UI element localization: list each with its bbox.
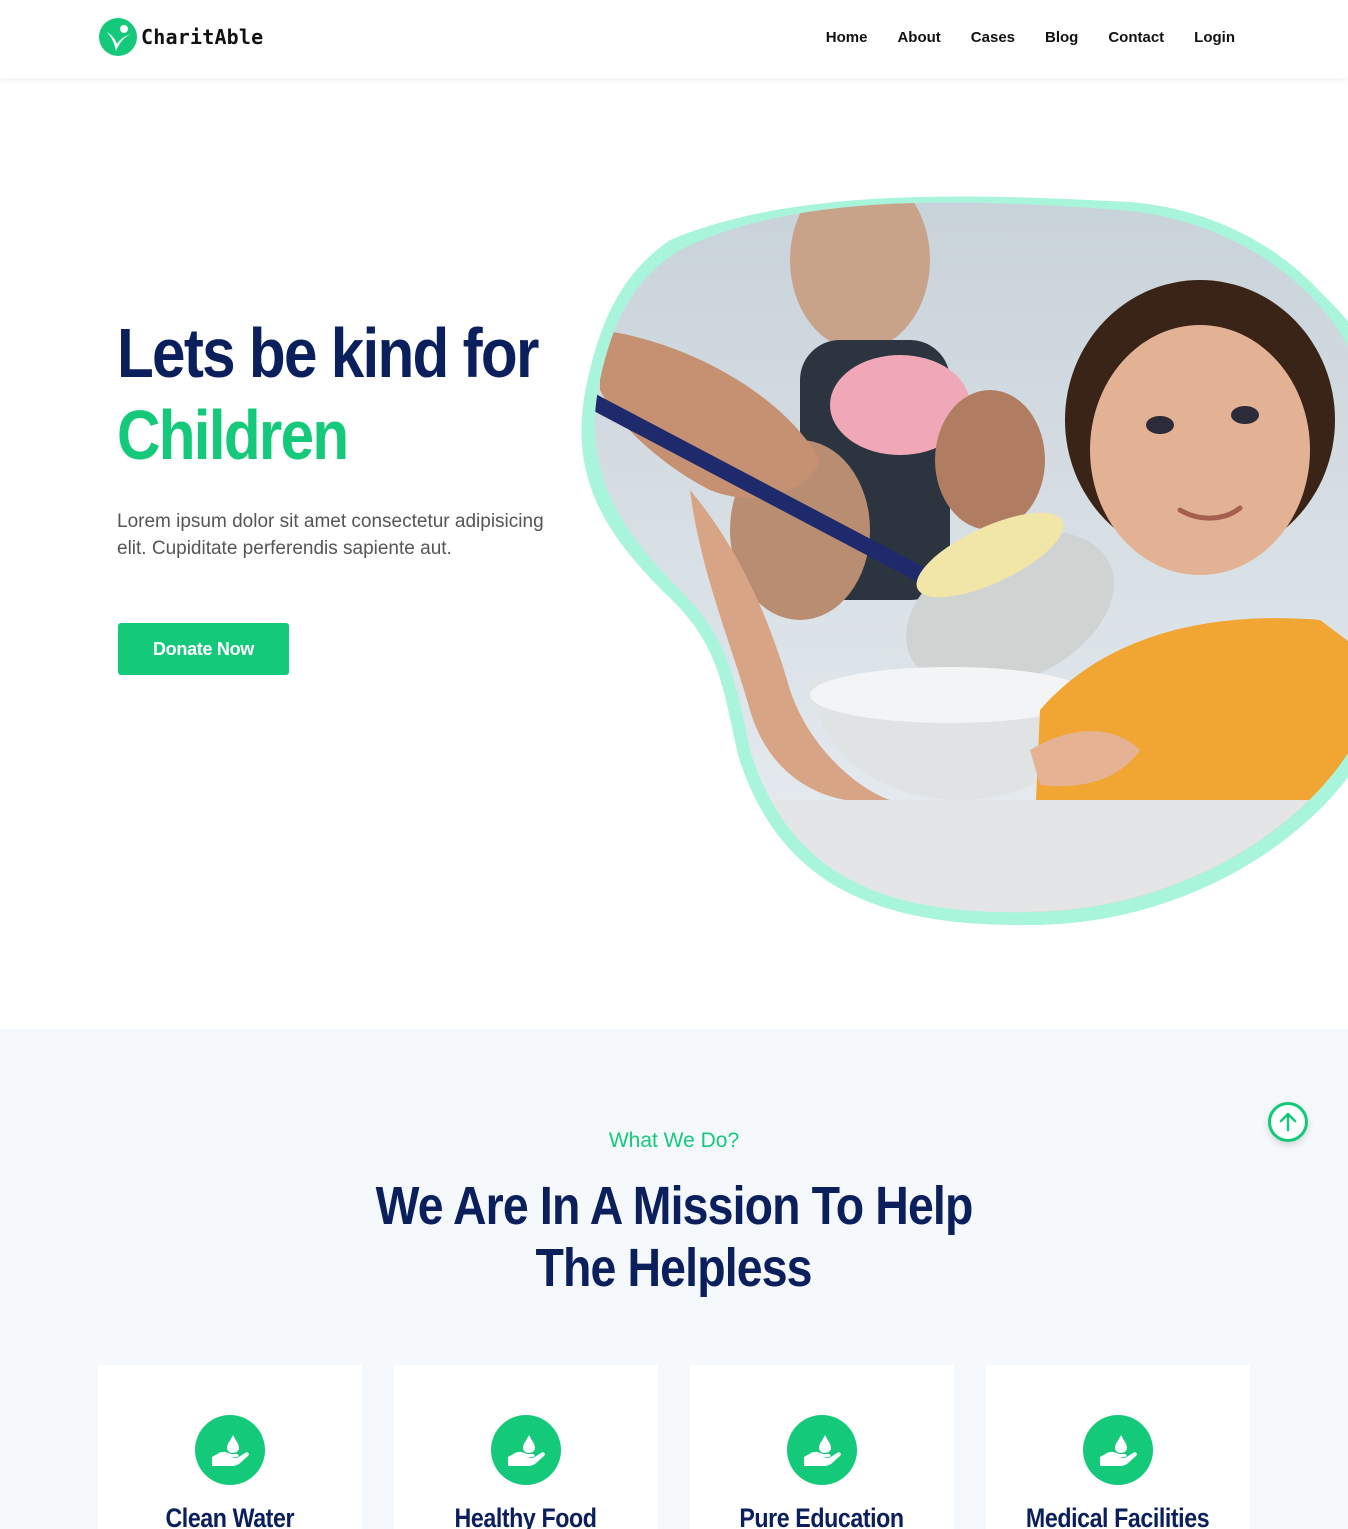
nav-contact[interactable]: Contact bbox=[1108, 29, 1164, 46]
hero-image bbox=[581, 196, 1348, 926]
what-we-do-section: What We Do? We Are In A Mission To Help … bbox=[0, 1029, 1348, 1529]
service-card-title: Healthy Food bbox=[455, 1503, 597, 1529]
nav-about[interactable]: About bbox=[897, 29, 940, 46]
hand-water-drop-icon bbox=[195, 1415, 265, 1485]
nav-blog[interactable]: Blog bbox=[1045, 29, 1078, 46]
section-title-line2: The Helpless bbox=[535, 1238, 813, 1298]
nav-cases[interactable]: Cases bbox=[971, 29, 1015, 46]
hero-title-line1: Lets be kind for bbox=[117, 314, 539, 392]
logo-icon bbox=[99, 18, 137, 56]
main-nav: Home About Cases Blog Contact Login bbox=[796, 29, 1235, 46]
hand-water-drop-icon bbox=[1083, 1415, 1153, 1485]
hero-description: Lorem ipsum dolor sit amet consectetur a… bbox=[117, 511, 544, 559]
hero-title: Lets be kind for Children bbox=[117, 312, 539, 476]
service-card-clean-water[interactable]: Clean Water bbox=[98, 1365, 362, 1529]
section-title-line1: We Are In A Mission To Help bbox=[375, 1176, 974, 1236]
arrow-up-icon bbox=[1279, 1112, 1297, 1132]
service-card-title: Medical Facilities bbox=[1026, 1503, 1210, 1529]
donate-now-button[interactable]: Donate Now bbox=[118, 623, 289, 675]
service-cards: Clean Water Healthy Food Pure Education … bbox=[98, 1365, 1250, 1529]
scroll-to-top-button[interactable] bbox=[1268, 1102, 1308, 1142]
section-title: We Are In A Mission To Help The Helpless bbox=[0, 1175, 1348, 1299]
service-card-healthy-food[interactable]: Healthy Food bbox=[394, 1365, 658, 1529]
service-card-medical-facilities[interactable]: Medical Facilities bbox=[986, 1365, 1250, 1529]
nav-home[interactable]: Home bbox=[826, 29, 868, 46]
hand-water-drop-icon bbox=[491, 1415, 561, 1485]
logo-text: CharitAble bbox=[141, 25, 264, 49]
nav-login[interactable]: Login bbox=[1194, 29, 1235, 46]
site-header: CharitAble Home About Cases Blog Contact… bbox=[0, 0, 1348, 78]
logo[interactable]: CharitAble bbox=[98, 17, 263, 57]
section-eyebrow: What We Do? bbox=[608, 1129, 740, 1152]
service-card-title: Pure Education bbox=[739, 1503, 905, 1529]
hero-title-accent: Children bbox=[117, 396, 349, 474]
hand-water-drop-icon bbox=[787, 1415, 857, 1485]
service-card-pure-education[interactable]: Pure Education bbox=[690, 1365, 954, 1529]
service-card-title: Clean Water bbox=[165, 1503, 295, 1529]
